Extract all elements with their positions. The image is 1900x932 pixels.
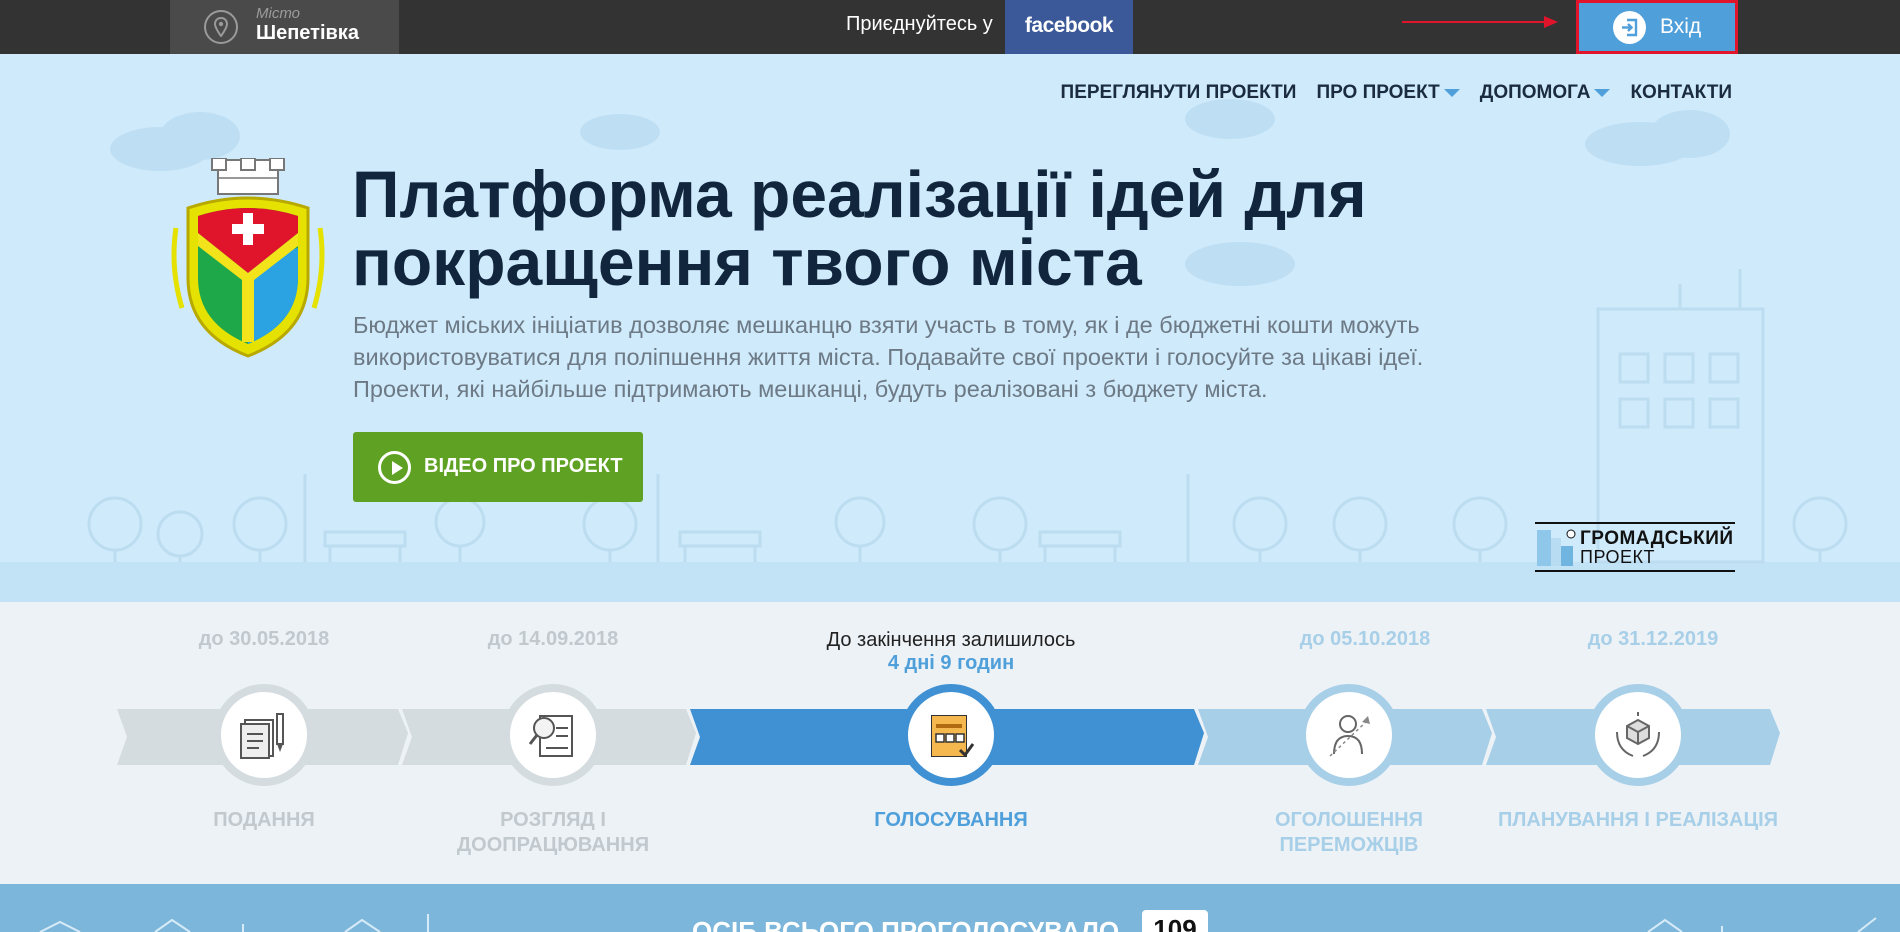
hero-description-line: Проекти, які найбільше підтримають мешка…: [353, 376, 1268, 402]
hero-description: Бюджет міських ініціатив дозволяє мешкан…: [353, 309, 1573, 405]
red-arrow-annotation: [1402, 16, 1558, 28]
nav-contacts[interactable]: КОНТАКТИ: [1630, 82, 1732, 104]
nav-label: ПЕРЕГЛЯНУТИ ПРОЕКТИ: [1060, 82, 1297, 103]
video-about-project-button[interactable]: ВІДЕО ПРО ПРОЕКТ: [353, 432, 643, 502]
location-pin-icon: [204, 10, 238, 44]
stage-label-line: ОГОЛОШЕННЯ: [1275, 809, 1423, 831]
stage-label: РОЗГЛЯД І ДООПРАЦЮВАННЯ: [423, 808, 683, 858]
stage-date: до 14.09.2018: [487, 628, 619, 650]
city-coat-of-arms-logo: [171, 158, 325, 358]
login-icon: [1613, 11, 1646, 44]
login-label: Вхід: [1660, 15, 1702, 38]
city-name: Шепетівка: [256, 22, 359, 44]
top-bar: Місто Шепетівка Приєднуйтесь у facebook …: [0, 0, 1900, 54]
nav-label: ДОПОМОГА: [1479, 82, 1591, 103]
nav-about-project[interactable]: ПРО ПРОЕКТ: [1316, 82, 1460, 104]
hero-title-line: Платформа реалізації ідей для: [352, 157, 1367, 231]
ballot-icon: [931, 715, 975, 758]
stage-label-line: ПЕРЕМОЖЦІВ: [1279, 834, 1419, 856]
stage-implementation[interactable]: [1587, 684, 1689, 786]
hero-description-line: Бюджет міських ініціатив дозволяє мешкан…: [353, 312, 1420, 338]
nav-help[interactable]: ДОПОМОГА: [1480, 82, 1611, 104]
stages-timeline: до 30.05.2018 до 14.09.2018 До закінченн…: [0, 602, 1900, 884]
stage-label-line: ДООПРАЦЮВАННЯ: [456, 834, 650, 856]
stage-date: до 31.12.2019: [1587, 628, 1719, 650]
magnifier-document-icon: [528, 715, 573, 757]
stage-label-line: ПОДАННЯ: [213, 809, 315, 831]
stage-winners[interactable]: [1298, 684, 1400, 786]
stage-label-line: ПЛАНУВАННЯ І РЕАЛІЗАЦІЯ: [1497, 809, 1779, 831]
city-selector[interactable]: Місто Шепетівка: [170, 0, 399, 54]
stage-label: ПЛАНУВАННЯ І РЕАЛІЗАЦІЯ: [1493, 808, 1783, 833]
civic-project-subtitle: ПРОЕКТ: [1580, 547, 1656, 567]
hero-title: Платформа реалізації ідей для покращення…: [352, 160, 1502, 296]
login-button[interactable]: Вхід: [1576, 0, 1738, 54]
caret-down-icon: [1594, 89, 1611, 97]
voters-counter-section: ОСІБ ВСЬОГО ПРОГОЛОСУВАЛО 109: [0, 884, 1900, 932]
city-caption: Місто: [256, 5, 300, 22]
hero-description-line: використовуватися для поліпшення життя м…: [353, 344, 1424, 370]
stage-label: ОГОЛОШЕННЯ ПЕРЕМОЖЦІВ: [1219, 808, 1479, 858]
stage-label: ГОЛОСУВАННЯ: [821, 808, 1081, 833]
join-text: Приєднуйтесь у: [846, 13, 993, 35]
civic-project-logo[interactable]: ГРОМАДСЬКИЙ ПРОЕКТ: [1535, 522, 1735, 572]
facebook-button[interactable]: facebook: [1005, 0, 1133, 54]
hands-cube-icon: [1616, 712, 1660, 757]
nav-label: КОНТАКТИ: [1630, 82, 1732, 103]
video-button-label: ВІДЕО ПРО ПРОЕКТ: [424, 455, 623, 477]
voters-count-label: ОСІБ ВСЬОГО ПРОГОЛОСУВАЛО: [692, 916, 1120, 932]
stage-voting[interactable]: [900, 684, 1002, 786]
stage-label-line: ГОЛОСУВАННЯ: [874, 809, 1028, 831]
winner-icon: [1329, 715, 1370, 757]
hero-title-line: покращення твого міста: [352, 225, 1142, 299]
caret-down-icon: [1443, 89, 1460, 97]
voters-count-value: 109: [1142, 910, 1208, 932]
time-remaining-label: До закінчення залишилось: [826, 629, 1076, 651]
hero-section: ПЕРЕГЛЯНУТИ ПРОЕКТИ ПРО ПРОЕКТ ДОПОМОГА …: [0, 54, 1900, 602]
stage-date: до 05.10.2018: [1299, 628, 1431, 650]
document-icon: [240, 713, 284, 759]
stage-label: ПОДАННЯ: [134, 808, 394, 833]
stage-review[interactable]: [502, 684, 604, 786]
play-icon: [378, 451, 411, 484]
stage-submission[interactable]: [213, 684, 315, 786]
time-remaining-value: 4 дні 9 годин: [887, 652, 1015, 674]
main-nav: ПЕРЕГЛЯНУТИ ПРОЕКТИ ПРО ПРОЕКТ ДОПОМОГА …: [1061, 82, 1732, 104]
stage-date: до 30.05.2018: [198, 628, 330, 650]
stage-label-line: РОЗГЛЯД І: [500, 809, 606, 831]
nav-view-projects[interactable]: ПЕРЕГЛЯНУТИ ПРОЕКТИ: [1061, 82, 1297, 104]
nav-label: ПРО ПРОЕКТ: [1316, 82, 1440, 103]
